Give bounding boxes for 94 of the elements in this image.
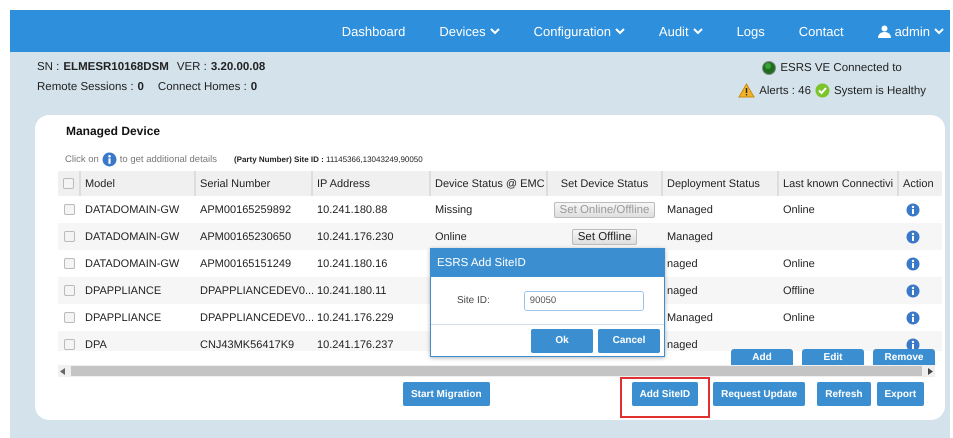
nav-link[interactable]: Audit xyxy=(658,24,703,38)
column-header[interactable]: Serial Number xyxy=(195,171,312,196)
column-header[interactable]: IP Address xyxy=(312,171,430,196)
table-cell: APM00165230650 xyxy=(195,223,312,250)
info-icon[interactable] xyxy=(906,202,920,216)
info-icon[interactable] xyxy=(102,152,117,166)
checkbox[interactable] xyxy=(64,339,74,350)
warning-icon xyxy=(738,83,756,98)
checkbox[interactable] xyxy=(64,258,74,270)
table-cell: Missing xyxy=(430,196,547,223)
nav-link[interactable]: Configuration xyxy=(534,24,625,38)
footer-button[interactable]: Request Update xyxy=(713,382,806,406)
set-status-button[interactable]: Set Offline xyxy=(572,228,638,244)
table-cell: 10.241.176.237 xyxy=(312,331,430,351)
table-cell: Managed xyxy=(662,196,778,223)
hint-text: Click on xyxy=(65,154,99,164)
nav-link[interactable]: Devices xyxy=(439,24,500,38)
column-header[interactable]: Last known Connectivi xyxy=(778,171,898,196)
dialog-title: ESRS Add SiteID xyxy=(431,249,664,277)
panel-title: Managed Device xyxy=(66,124,162,138)
table-cell: DATADOMAIN-GW xyxy=(80,223,195,250)
table-action-button[interactable]: Edit xyxy=(802,349,864,365)
field-label: Site ID: xyxy=(457,295,490,306)
nav-link[interactable]: Logs xyxy=(736,24,765,38)
site-id-text: (Party Number) Site ID : 11145366,13043249,90050 xyxy=(234,154,423,164)
table-action-button[interactable]: Remove xyxy=(873,349,935,365)
checkbox[interactable] xyxy=(64,231,74,242)
horizontal-scrollbar[interactable] xyxy=(58,365,935,377)
value-text: 3.20.00.08 xyxy=(210,61,266,73)
checkbox[interactable] xyxy=(63,178,74,190)
value-text: 0 xyxy=(138,81,144,93)
status-light-icon xyxy=(762,61,776,75)
table-cell: 10.241.180.11 xyxy=(312,277,430,304)
table-cell: DPAPPLIANCEDEV0... xyxy=(195,277,312,304)
table-cell: 10.241.176.230 xyxy=(312,223,430,250)
table-cell: APM00165151249 xyxy=(195,250,312,277)
table-cell: DPAPPLIANCEDEV0... xyxy=(195,304,312,331)
connection-status: ESRS VE Connected to xyxy=(780,62,902,74)
table-cell: DATADOMAIN-GW xyxy=(80,196,195,223)
table-cell: naged xyxy=(662,250,778,277)
checkbox[interactable] xyxy=(64,312,74,324)
column-header[interactable]: Set Device Status xyxy=(547,171,662,196)
table-cell: 10.241.176.229 xyxy=(312,304,430,331)
info-icon[interactable] xyxy=(906,256,920,270)
footer-button[interactable]: Refresh xyxy=(817,382,870,406)
table-cell: DPAPPLIANCE xyxy=(80,304,195,331)
info-icon[interactable] xyxy=(906,230,920,244)
label-text: SN : xyxy=(37,61,60,73)
checkbox[interactable] xyxy=(64,204,74,216)
check-circle-icon xyxy=(814,83,830,98)
info-icon[interactable] xyxy=(906,310,920,324)
footer-button[interactable]: Start Migration xyxy=(403,382,490,406)
footer-button[interactable]: Export xyxy=(876,382,924,406)
nav-link[interactable]: Contact xyxy=(798,24,844,38)
table-cell: Managed xyxy=(662,223,778,250)
scroll-left-icon[interactable] xyxy=(60,368,65,374)
nav-link[interactable]: Dashboard xyxy=(342,24,406,38)
table-cell: Online xyxy=(778,250,898,277)
column-header[interactable]: Device Status @ EMC xyxy=(430,171,547,196)
input-field[interactable]: 90050 xyxy=(524,290,644,310)
user-icon xyxy=(878,24,891,38)
scroll-right-icon[interactable] xyxy=(928,368,933,374)
column-header[interactable]: Action xyxy=(898,171,942,196)
table-cell: Online xyxy=(778,304,898,331)
dialog-button[interactable]: Cancel xyxy=(598,328,660,352)
table-cell: 10.241.180.16 xyxy=(312,250,430,277)
table-cell: CNJ43MK56417K9 xyxy=(195,331,312,351)
value-text: 0 xyxy=(250,81,258,93)
table-cell: DATADOMAIN-GW xyxy=(80,250,195,277)
label-text: Remote Sessions : xyxy=(37,81,134,93)
checkbox[interactable] xyxy=(64,285,74,296)
table-cell: Offline xyxy=(778,277,898,304)
table-cell: DPA xyxy=(80,331,195,351)
table-cell: DPAPPLIANCE xyxy=(80,277,195,304)
table-cell: 10.241.180.88 xyxy=(312,196,430,223)
label-text: Connect Homes : xyxy=(158,81,247,93)
table-cell: naged xyxy=(662,277,778,304)
health-status: System is Healthy xyxy=(834,84,926,96)
column-header[interactable]: Model xyxy=(80,171,195,196)
column-header[interactable]: Deployment Status xyxy=(662,171,778,196)
dialog-button[interactable]: Ok xyxy=(531,328,593,352)
user-menu[interactable]: admin xyxy=(878,24,944,38)
hint-text: to get additional details xyxy=(120,154,217,164)
alerts-count[interactable]: Alerts : 46 xyxy=(759,84,811,96)
table-action-button[interactable]: Add xyxy=(731,349,793,365)
table-cell: naged xyxy=(662,331,778,351)
table-cell: Online xyxy=(778,196,898,223)
value-text: ELMESR10168DSM xyxy=(63,61,169,73)
label-text: VER : xyxy=(176,61,207,73)
info-icon[interactable] xyxy=(906,284,920,298)
table-cell: Managed xyxy=(662,304,778,331)
table-cell: APM00165259892 xyxy=(195,196,312,223)
footer-button[interactable]: Add SiteID xyxy=(632,382,698,406)
table-cell: Online xyxy=(430,223,547,250)
